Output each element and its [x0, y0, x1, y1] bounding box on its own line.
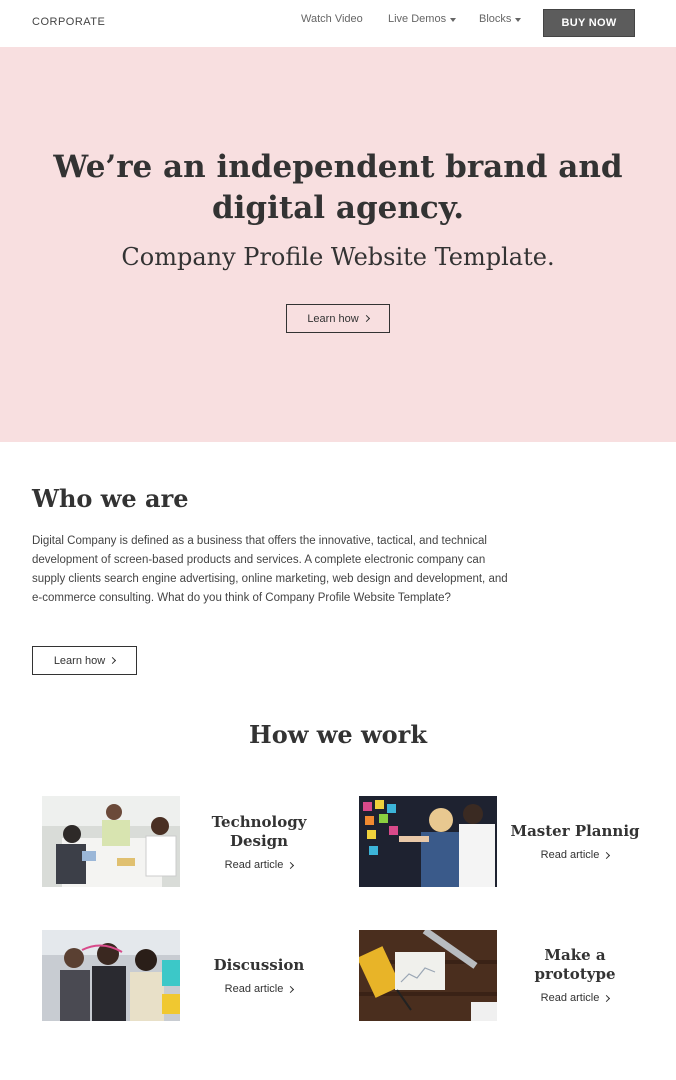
chevron-right-icon — [362, 314, 370, 323]
card-title-master-plannig: Master Plannig — [510, 822, 640, 840]
chevron-right-icon — [287, 985, 295, 993]
chevron-right-icon — [603, 851, 611, 859]
nav-live-demos[interactable]: Live Demos — [388, 13, 457, 25]
read-article-label: Read article — [540, 992, 600, 1004]
hero-learn-how-button[interactable]: Learn how — [286, 304, 390, 333]
chevron-right-icon — [603, 994, 611, 1002]
about-learn-how-button[interactable]: Learn how — [32, 646, 137, 675]
hero-learn-how-label: Learn how — [307, 312, 359, 325]
hero-title: We’re an independent brand and digital a… — [53, 149, 623, 226]
nav-blocks-label: Blocks — [479, 13, 512, 25]
brand-logo[interactable]: CORPORATE — [32, 16, 105, 28]
about-title: Who we are — [32, 484, 189, 513]
chevron-right-icon — [287, 861, 295, 869]
about-learn-how-label: Learn how — [53, 654, 106, 667]
card-image-master-plannig[interactable] — [359, 796, 497, 887]
navbar: CORPORATE Watch Video Live Demos Blocks … — [0, 0, 676, 47]
nav-watch-video[interactable]: Watch Video — [301, 13, 363, 25]
read-article-label: Read article — [540, 849, 600, 861]
about-text: Digital Company is defined as a business… — [32, 535, 508, 604]
card-title-make-a-prototype: Make a prototype — [534, 946, 616, 983]
card-image-make-a-prototype[interactable] — [359, 930, 497, 1021]
card-discussion: Discussion Read article — [184, 956, 334, 997]
card-title-technology-design: Technology Design — [211, 813, 307, 850]
card-image-technology-design[interactable] — [42, 796, 180, 887]
read-article-link[interactable]: Read article — [224, 859, 295, 871]
card-image-discussion[interactable] — [42, 930, 180, 1021]
card-title-discussion: Discussion — [213, 956, 305, 974]
card-technology-design: Technology Design Read article — [184, 813, 334, 873]
read-article-label: Read article — [224, 859, 284, 871]
read-article-link[interactable]: Read article — [540, 992, 611, 1004]
hero-section: We’re an independent brand and digital a… — [0, 47, 676, 442]
nav-watch-video-label: Watch Video — [301, 13, 363, 25]
hero-subtitle: Company Profile Website Template. — [121, 243, 555, 271]
chevron-right-icon — [109, 656, 117, 665]
how-title: How we work — [249, 720, 427, 749]
nav-blocks[interactable]: Blocks — [479, 13, 522, 25]
read-article-link[interactable]: Read article — [540, 849, 611, 861]
caret-down-icon — [515, 17, 522, 22]
buy-now-button[interactable]: BUY NOW — [543, 9, 635, 37]
read-article-label: Read article — [224, 983, 284, 995]
caret-down-icon — [450, 17, 457, 22]
read-article-link[interactable]: Read article — [224, 983, 295, 995]
nav-live-demos-label: Live Demos — [388, 13, 447, 25]
card-make-a-prototype: Make a prototype Read article — [500, 946, 650, 1006]
card-master-plannig: Master Plannig Read article — [500, 822, 650, 863]
